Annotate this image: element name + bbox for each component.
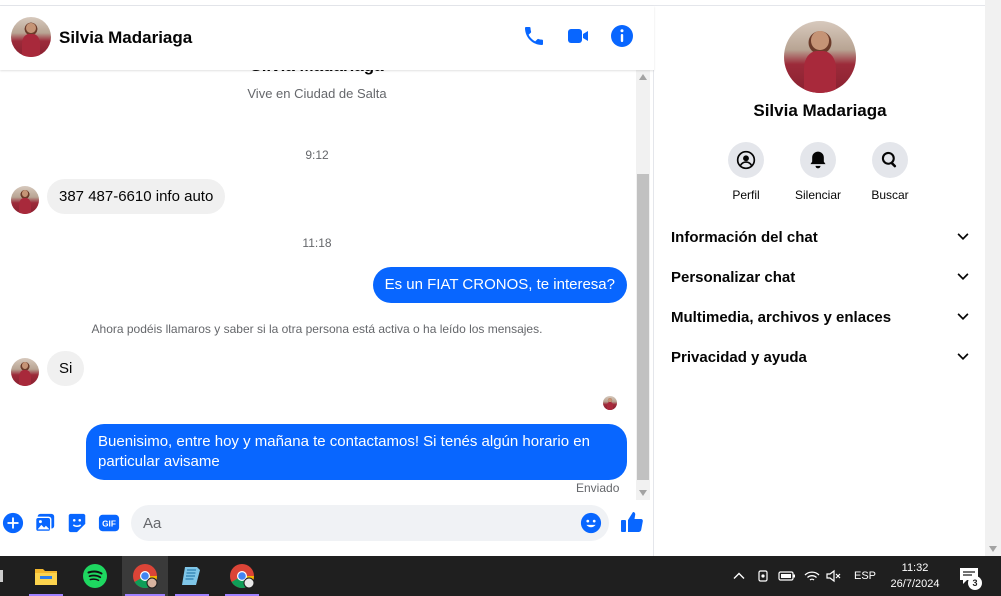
chat-info-panel: Silvia Madariaga Perfil Silenciar Buscar… <box>655 6 985 556</box>
message-input[interactable] <box>131 505 609 541</box>
outgoing-message[interactable]: Es un FIAT CRONOS, te interesa? <box>372 267 627 303</box>
notes-app-icon[interactable] <box>172 556 212 596</box>
muted-speaker-icon[interactable] <box>826 569 842 583</box>
timestamp: 9:12 <box>305 148 329 162</box>
wifi-icon[interactable] <box>804 569 820 583</box>
composer: GIF <box>0 502 654 556</box>
profile-icon <box>728 142 764 178</box>
chrome-icon[interactable] <box>122 556 168 596</box>
plus-icon[interactable] <box>2 512 24 534</box>
photo-icon[interactable] <box>34 512 56 534</box>
contact-avatar[interactable] <box>11 17 51 57</box>
section-label: Multimedia, archivos y enlaces <box>671 308 892 326</box>
emoji-icon[interactable] <box>580 512 602 534</box>
chevron-up-icon[interactable] <box>732 569 746 583</box>
clock-time: 11:32 <box>901 562 929 574</box>
scroll-thumb[interactable] <box>637 174 649 480</box>
section-media-files-links[interactable]: Multimedia, archivos y enlaces <box>671 302 971 332</box>
chevron-down-icon <box>957 233 969 240</box>
chevron-down-icon <box>957 273 969 280</box>
sticker-icon[interactable] <box>66 512 88 534</box>
spotify-icon[interactable] <box>75 556 115 596</box>
contact-location: Vive en Ciudad de Salta <box>247 86 387 101</box>
scroll-up-arrow-icon[interactable] <box>639 74 647 80</box>
chevron-down-icon <box>957 353 969 360</box>
message-list[interactable]: Silvia Madariaga Vive en Ciudad de Salta… <box>0 64 634 500</box>
chat-pane: Silvia Madariaga Silvia Madariaga Vive e… <box>0 6 654 556</box>
message-status: Enviado <box>576 481 620 495</box>
bell-icon <box>800 142 836 178</box>
chat-scrollbar[interactable] <box>636 70 650 500</box>
page-scrollbar[interactable] <box>985 0 1001 556</box>
system-tray: ESP <box>732 556 876 596</box>
section-chat-info[interactable]: Información del chat <box>671 222 971 252</box>
incoming-message[interactable]: Si <box>47 351 85 386</box>
search-icon <box>872 142 908 178</box>
section-label: Personalizar chat <box>671 268 796 286</box>
phone-icon[interactable] <box>522 24 546 48</box>
taskbar-edge <box>0 570 3 582</box>
gif-icon[interactable]: GIF <box>98 512 120 534</box>
scroll-down-arrow-icon[interactable] <box>989 546 997 552</box>
device-icon[interactable] <box>756 569 770 583</box>
section-customize-chat[interactable]: Personalizar chat <box>671 262 971 292</box>
info-avatar[interactable] <box>784 21 856 93</box>
file-explorer-icon[interactable] <box>26 556 66 596</box>
message-avatar[interactable] <box>11 358 39 386</box>
notification-badge: 3 <box>968 576 982 590</box>
language-indicator[interactable]: ESP <box>854 570 876 582</box>
outgoing-message[interactable]: Buenisimo, entre hoy y mañana te contact… <box>86 424 627 480</box>
timestamp: 11:18 <box>302 236 332 250</box>
section-label: Privacidad y ayuda <box>671 348 807 366</box>
search-label: Buscar <box>871 188 909 202</box>
thumbs-up-icon[interactable] <box>620 510 644 534</box>
info-contact-name: Silvia Madariaga <box>753 101 887 120</box>
taskbar-clock[interactable]: 11:32 26/7/2024 <box>880 560 950 592</box>
section-privacy-help[interactable]: Privacidad y ayuda <box>671 342 971 372</box>
search-button[interactable]: Buscar <box>855 142 925 202</box>
incoming-message[interactable]: 387 487-6610 info auto <box>47 179 226 214</box>
profile-button[interactable]: Perfil <box>711 142 781 202</box>
profile-label: Perfil <box>732 188 760 202</box>
seen-indicator-avatar <box>603 396 617 410</box>
mute-button[interactable]: Silenciar <box>783 142 853 202</box>
battery-icon[interactable] <box>778 569 796 583</box>
message-avatar[interactable] <box>11 186 39 214</box>
info-icon[interactable] <box>610 24 634 48</box>
scroll-down-arrow-icon[interactable] <box>639 490 647 496</box>
windows-taskbar: ESP 11:32 26/7/2024 3 <box>0 556 1001 596</box>
chrome-profile-icon[interactable] <box>222 556 262 596</box>
chat-header: Silvia Madariaga <box>0 6 654 70</box>
system-notice: Ahora podéis llamaros y saber si la otra… <box>91 322 543 336</box>
section-label: Información del chat <box>671 228 818 246</box>
mute-label: Silenciar <box>794 188 842 202</box>
contact-name[interactable]: Silvia Madariaga <box>59 28 192 48</box>
clock-date: 26/7/2024 <box>890 578 940 590</box>
video-call-icon[interactable] <box>566 24 590 48</box>
svg-text:GIF: GIF <box>102 520 116 529</box>
chevron-down-icon <box>957 313 969 320</box>
